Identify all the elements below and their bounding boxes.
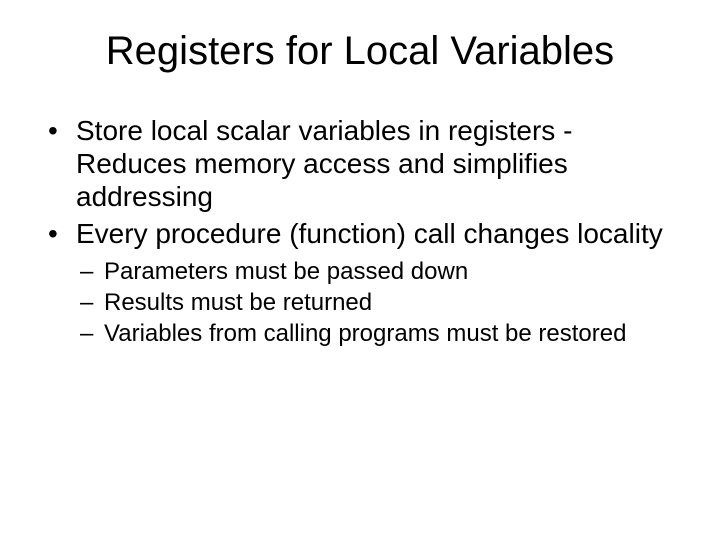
sub-bullet-item: Results must be returned bbox=[76, 289, 680, 318]
sub-bullet-list: Parameters must be passed down Results m… bbox=[76, 258, 680, 348]
bullet-item: Store local scalar variables in register… bbox=[40, 114, 680, 213]
sub-bullet-item: Parameters must be passed down bbox=[76, 258, 680, 287]
sub-bullet-item: Variables from calling programs must be … bbox=[76, 320, 680, 349]
slide-title: Registers for Local Variables bbox=[40, 28, 680, 74]
bullet-list: Store local scalar variables in register… bbox=[40, 114, 680, 250]
slide: Registers for Local Variables Store loca… bbox=[0, 0, 720, 540]
bullet-item: Every procedure (function) call changes … bbox=[40, 217, 680, 250]
